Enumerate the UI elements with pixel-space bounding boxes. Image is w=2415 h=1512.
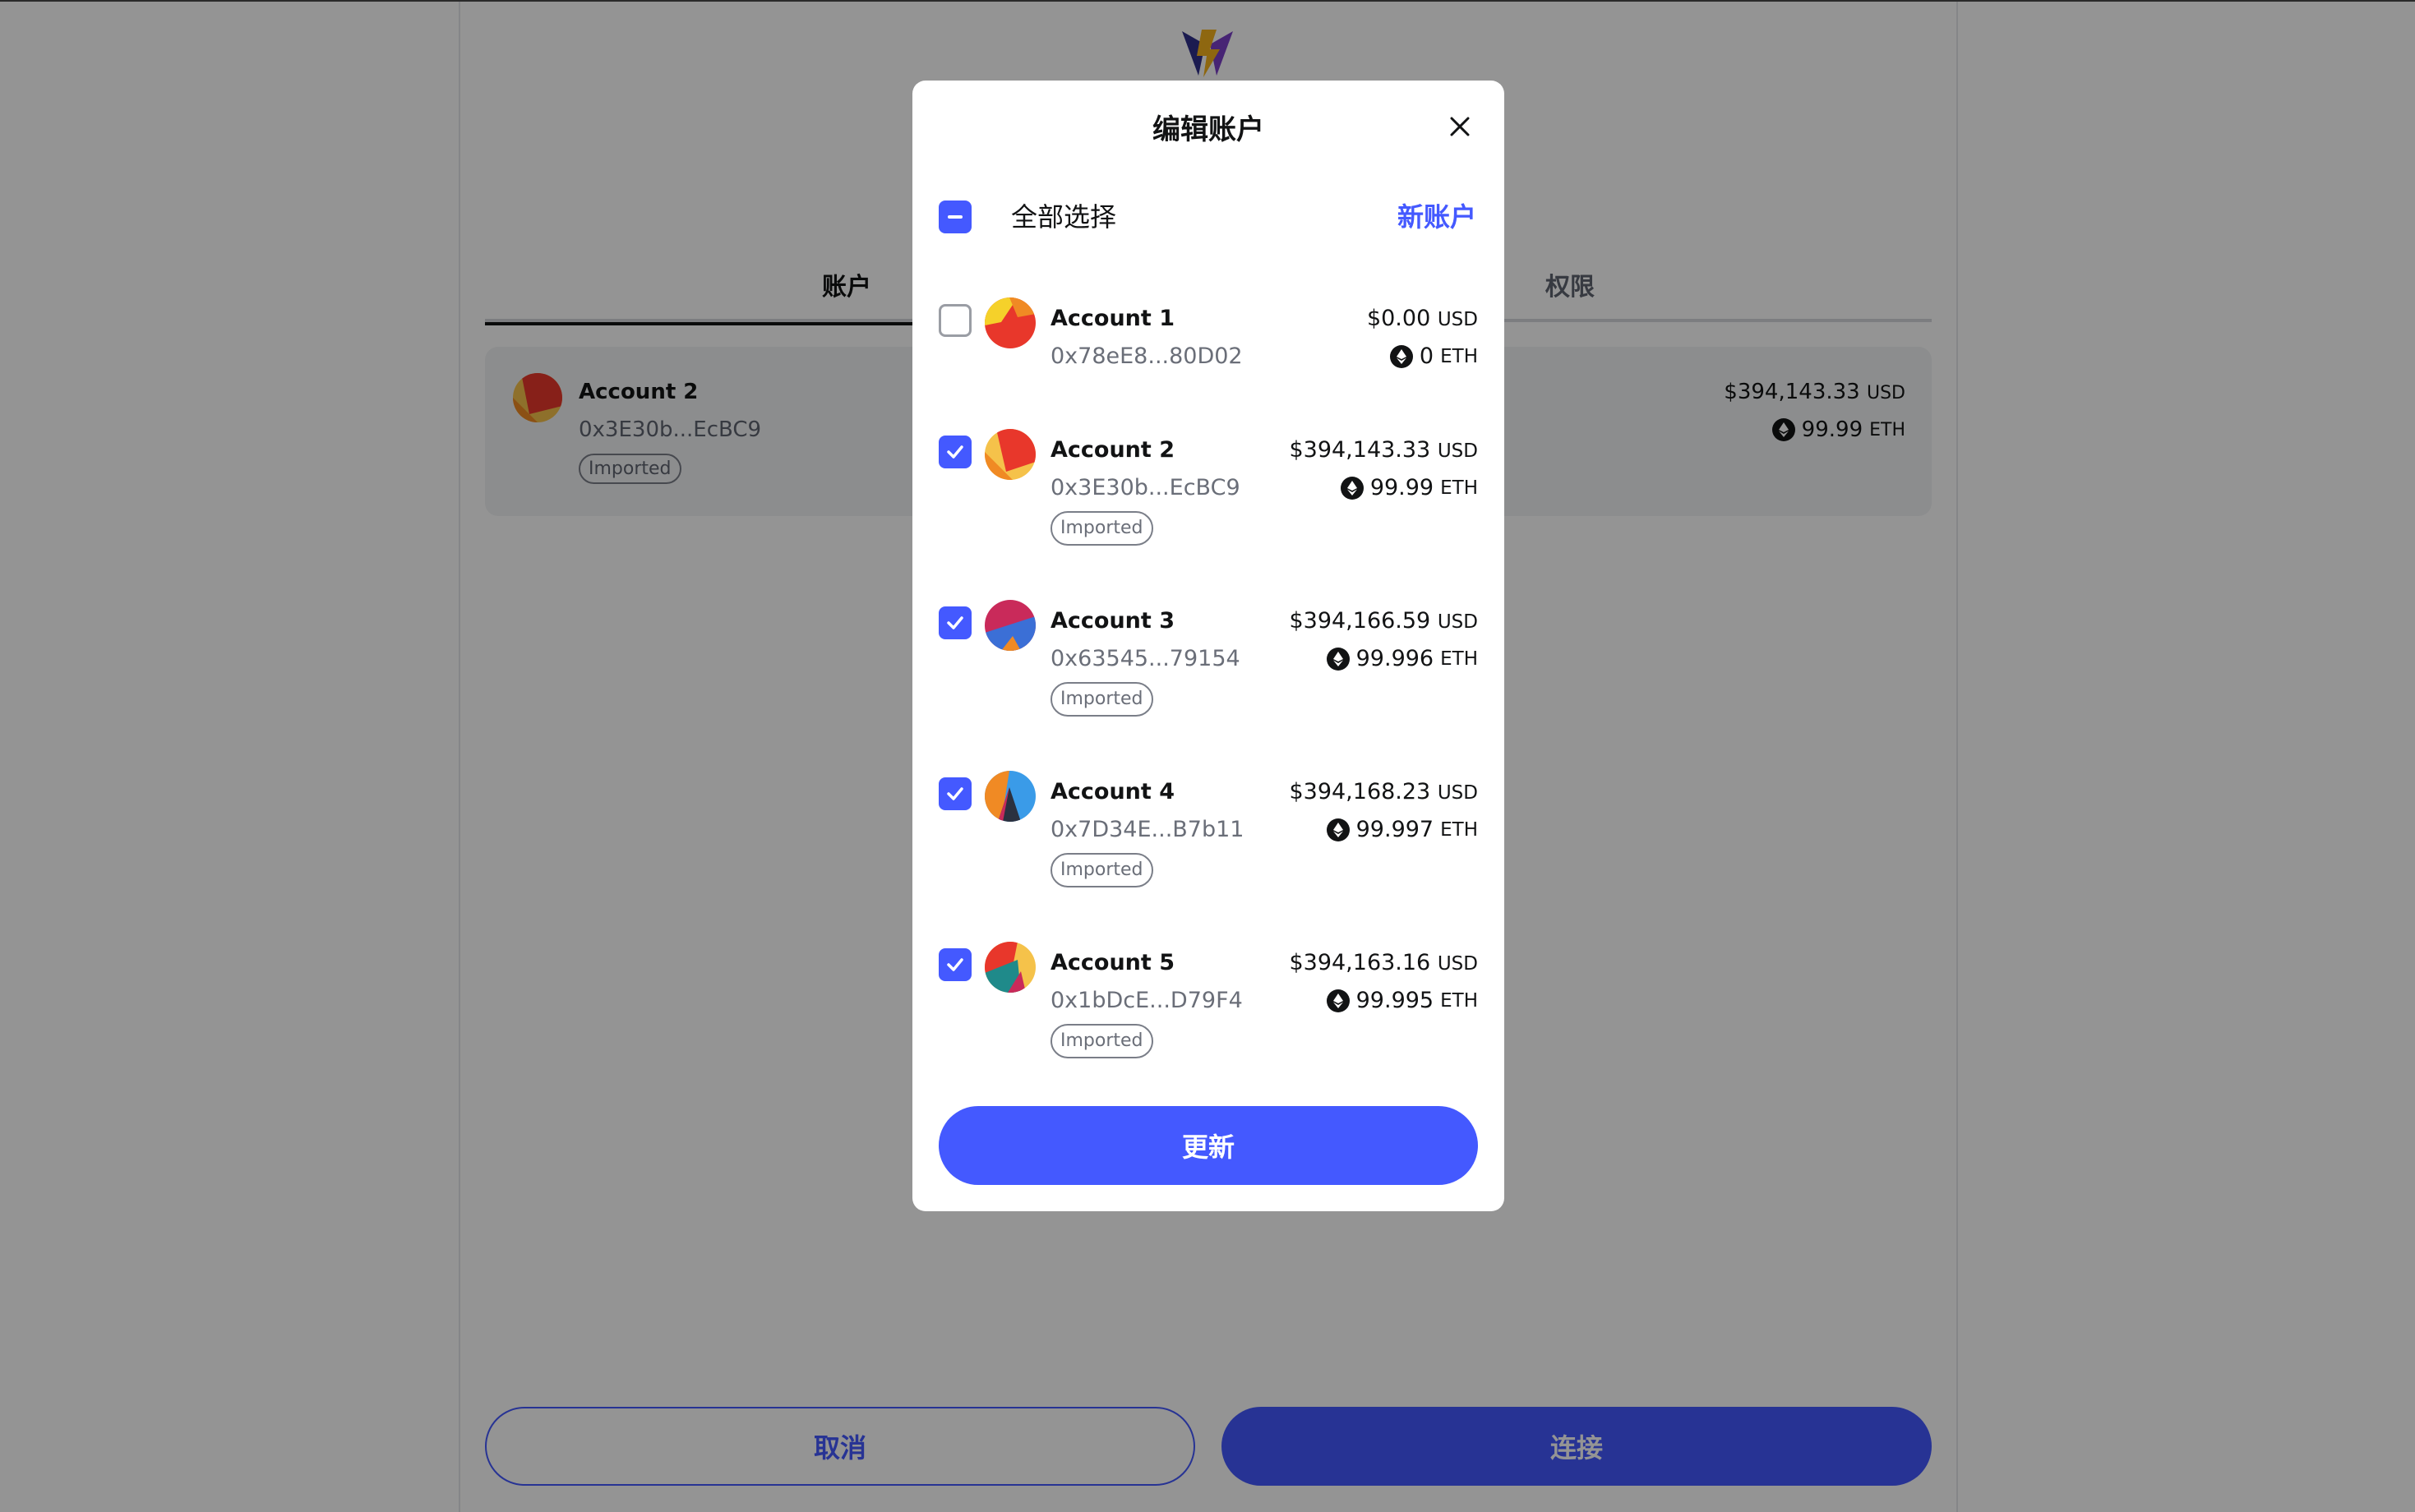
account-name: Account 1: [1051, 306, 1175, 331]
account-checkbox[interactable]: [939, 948, 972, 981]
eth-unit: ETH: [1440, 648, 1478, 670]
eth-value: 0: [1419, 343, 1434, 369]
usd-value: $394,168.23: [1289, 779, 1431, 804]
imported-badge: Imported: [1051, 682, 1153, 717]
window-top-border: [0, 0, 2415, 2]
account-row[interactable]: Account 4 0x7D34E...B7b11 Imported $394,…: [912, 763, 1504, 927]
account-avatar-icon: [985, 429, 1036, 480]
account-checkbox[interactable]: [939, 606, 972, 639]
checkbox-check-icon: [947, 787, 963, 800]
account-row[interactable]: Account 5 0x1bDcE...D79F4 Imported $394,…: [912, 933, 1504, 1098]
eth-unit: ETH: [1440, 990, 1478, 1012]
checkbox-partial-icon: [948, 215, 963, 219]
eth-value: 99.995: [1355, 988, 1434, 1013]
eth-icon: [1326, 648, 1350, 671]
account-avatar-icon: [985, 771, 1036, 822]
usd-value: $394,163.16: [1289, 950, 1431, 975]
account-usd-balance: $394,166.59 USD: [1289, 606, 1478, 637]
account-checkbox[interactable]: [939, 304, 972, 337]
close-button[interactable]: [1443, 110, 1476, 143]
edit-accounts-modal: 编辑账户 全部选择 新账户 Account 1 0x78eE8...80D02 …: [912, 81, 1504, 1211]
close-icon: [1450, 117, 1470, 136]
eth-value: 99.996: [1355, 646, 1434, 671]
account-usd-balance: $394,163.16 USD: [1289, 948, 1478, 979]
account-row[interactable]: Account 2 0x3E30b...EcBC9 Imported $394,…: [912, 421, 1504, 585]
checkbox-check-icon: [947, 445, 963, 459]
usd-value: $394,143.33: [1289, 437, 1431, 463]
account-address: 0x78eE8...80D02: [1051, 343, 1243, 369]
account-address: 0x63545...79154: [1051, 646, 1240, 671]
account-checkbox[interactable]: [939, 436, 972, 468]
account-avatar-icon: [985, 297, 1036, 348]
imported-badge: Imported: [1051, 511, 1153, 546]
eth-icon: [1389, 345, 1413, 368]
select-all-checkbox[interactable]: [939, 201, 972, 233]
account-usd-balance: $394,168.23 USD: [1289, 777, 1478, 808]
account-name: Account 5: [1051, 950, 1175, 975]
eth-icon: [1326, 818, 1350, 841]
eth-value: 99.99: [1369, 475, 1434, 500]
account-eth-balance: 0 ETH: [1389, 342, 1478, 371]
checkbox-check-icon: [947, 958, 963, 971]
account-eth-balance: 99.997 ETH: [1326, 815, 1478, 845]
account-checkbox[interactable]: [939, 777, 972, 810]
usd-unit: USD: [1437, 611, 1478, 633]
eth-value: 99.997: [1355, 817, 1434, 842]
eth-unit: ETH: [1440, 346, 1478, 367]
account-eth-balance: 99.996 ETH: [1326, 644, 1478, 674]
eth-unit: ETH: [1440, 819, 1478, 841]
eth-icon: [1340, 477, 1364, 500]
checkbox-check-icon: [947, 616, 963, 629]
account-address: 0x7D34E...B7b11: [1051, 817, 1244, 842]
account-eth-balance: 99.995 ETH: [1326, 986, 1478, 1016]
usd-unit: USD: [1437, 309, 1478, 330]
account-avatar-icon: [985, 942, 1036, 993]
eth-unit: ETH: [1440, 477, 1478, 499]
account-name: Account 4: [1051, 779, 1175, 804]
imported-badge: Imported: [1051, 1024, 1153, 1058]
usd-unit: USD: [1437, 953, 1478, 975]
usd-unit: USD: [1437, 782, 1478, 804]
select-all-label: 全部选择: [1011, 201, 1117, 233]
update-button[interactable]: 更新: [939, 1106, 1478, 1185]
imported-badge: Imported: [1051, 853, 1153, 887]
account-name: Account 2: [1051, 437, 1175, 463]
new-account-link[interactable]: 新账户: [1397, 201, 1476, 233]
modal-title: 编辑账户: [1152, 113, 1264, 146]
usd-value: $394,166.59: [1289, 608, 1431, 634]
account-avatar-icon: [985, 600, 1036, 651]
account-address: 0x3E30b...EcBC9: [1051, 475, 1240, 500]
account-address: 0x1bDcE...D79F4: [1051, 988, 1243, 1013]
usd-value: $0.00: [1366, 306, 1431, 331]
account-usd-balance: $0.00 USD: [1367, 304, 1478, 334]
eth-icon: [1326, 989, 1350, 1012]
account-row[interactable]: Account 3 0x63545...79154 Imported $394,…: [912, 592, 1504, 756]
account-usd-balance: $394,143.33 USD: [1289, 436, 1478, 466]
usd-unit: USD: [1437, 440, 1478, 462]
account-name: Account 3: [1051, 608, 1175, 634]
account-eth-balance: 99.99 ETH: [1340, 473, 1478, 503]
